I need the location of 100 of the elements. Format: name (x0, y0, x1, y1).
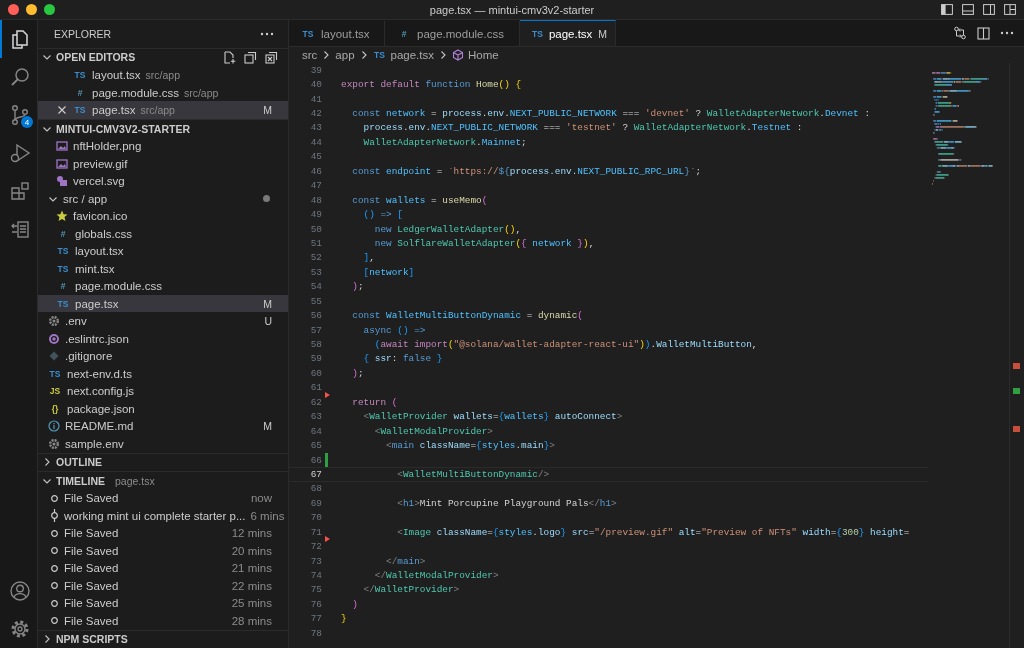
timeline-item[interactable]: File Saved 21 mins (38, 559, 288, 578)
compare-changes-icon[interactable] (953, 26, 967, 40)
timeline-item[interactable]: File Saved now (38, 489, 288, 508)
file-item[interactable]: .eslintrc.json (38, 329, 288, 348)
new-file-icon[interactable] (223, 50, 236, 64)
file-item[interactable]: # globals.css (38, 224, 288, 243)
code-line: const WalletMultiButtonDynamic = dynamic( (351, 310, 583, 322)
sidebar-title: EXPLORER (54, 27, 112, 40)
file-item[interactable]: preview.gif (38, 154, 288, 173)
folder-item[interactable]: src / app (38, 189, 288, 208)
line-number: 41 (309, 93, 322, 105)
git-status-label: M (263, 104, 273, 116)
toggle-panel-icon[interactable] (962, 4, 974, 15)
split-editor-icon[interactable] (977, 26, 990, 40)
file-type-icon: TS (73, 105, 87, 115)
timeline-item[interactable]: File Saved 20 mins (38, 542, 288, 560)
breadcrumb-item[interactable]: src (302, 49, 318, 61)
line-number: 42 (309, 108, 322, 120)
file-item[interactable]: # page.module.css (38, 277, 288, 295)
file-type-icon: TS (56, 263, 70, 274)
code-line: return ( (351, 396, 398, 408)
timeline-item[interactable]: File Saved 22 mins (38, 577, 288, 595)
file-type-icon: {} (48, 403, 62, 414)
toggle-sidebar-icon[interactable] (941, 4, 953, 15)
open-editor-item[interactable]: TS page.tsx src/app M (38, 101, 288, 119)
line-number: 73 (309, 555, 322, 567)
open-editor-item[interactable]: # page.module.css src/app (38, 83, 288, 102)
code-line: ) (351, 598, 358, 610)
image-file-icon (56, 140, 68, 153)
image-file-icon (56, 157, 68, 170)
code-line: new LedgerWalletAdapter(), (373, 223, 522, 235)
section-title: OPEN EDITORS (56, 51, 136, 64)
line-number: 77 (309, 613, 322, 625)
editor-tab[interactable]: TS layout.tsx (289, 20, 385, 46)
file-item[interactable]: favicon.ico (38, 207, 288, 225)
maximize-window-button[interactable] (44, 4, 55, 15)
file-item[interactable]: .env U (38, 312, 288, 330)
file-item[interactable]: {} package.json (38, 400, 288, 418)
line-number: 40 (309, 79, 322, 91)
file-item[interactable]: .gitignore (38, 347, 288, 365)
line-number: 78 (309, 627, 322, 639)
run-debug-icon (8, 142, 31, 164)
file-type-icon: TS (56, 246, 70, 257)
toggle-secondary-sidebar-icon[interactable] (983, 4, 995, 15)
line-number: 58 (309, 339, 322, 351)
line-number: 49 (309, 209, 322, 221)
code-line: <WalletProvider wallets={wallets} autoConnect> (362, 411, 623, 423)
activity-bar-item[interactable]: 4 (0, 96, 37, 134)
file-item[interactable]: README.md M (38, 417, 288, 436)
open-editor-item[interactable]: TS layout.tsx src/app (38, 66, 288, 84)
section-header[interactable]: NPM SCRIPTS (38, 629, 288, 648)
line-number: 60 (309, 367, 322, 379)
breadcrumb-item[interactable]: Home (452, 49, 499, 61)
line-number: 39 (309, 64, 322, 76)
timeline-item[interactable]: File Saved 12 mins (38, 524, 288, 543)
breadcrumb-item[interactable]: app (335, 49, 355, 61)
gear-icon (48, 315, 60, 328)
more-actions-icon[interactable] (1000, 31, 1014, 35)
file-item[interactable]: nftHolder.png (38, 137, 288, 155)
section-header[interactable]: OPEN EDITORS (38, 47, 288, 67)
line-number: 72 (309, 541, 322, 553)
circle-icon (50, 546, 59, 556)
customize-layout-icon[interactable] (1004, 4, 1016, 15)
shapes-file-icon (56, 175, 68, 188)
circle-icon (50, 598, 59, 608)
section-subtitle: page.tsx (115, 474, 155, 487)
more-actions-icon[interactable] (260, 31, 274, 36)
code-line: <h1>Mint Porcupine Playground Pals</h1> (396, 497, 617, 509)
close-window-button[interactable] (8, 4, 19, 15)
file-item[interactable]: vercel.svg (38, 172, 288, 190)
line-number: 63 (309, 411, 322, 423)
code-line: <Image className={styles.logo} src="/preview.gif" alt="Preview of NFTs" width={300} height= (396, 526, 910, 538)
timeline-item[interactable]: File Saved 28 mins (38, 612, 288, 630)
code-line: } (341, 613, 347, 625)
file-type-icon: # (73, 87, 87, 98)
timestamp: 20 mins (231, 544, 273, 557)
file-item[interactable]: sample.env (38, 435, 288, 453)
line-number: 71 (309, 526, 322, 538)
file-item[interactable]: TS mint.tsx (38, 259, 288, 278)
file-item[interactable]: TS next-env.d.ts (38, 365, 288, 383)
code-line: const endpoint = `https://${process.env.NEXT_PUBLIC_RPC_URL}`; (351, 165, 702, 177)
file-item[interactable]: TS page.tsx M (38, 294, 288, 313)
section-header[interactable]: TIMELINE page.tsx (38, 471, 288, 490)
minimize-window-button[interactable] (26, 4, 37, 15)
code-line: ], (362, 252, 375, 264)
editor-tab[interactable]: TS page.tsx M (520, 20, 616, 46)
file-path: src/app (140, 104, 175, 116)
timestamp: 22 mins (231, 579, 273, 592)
breadcrumb-item[interactable]: TS page.tsx (372, 49, 434, 61)
timeline-item[interactable]: working mint ui complete starter p... 6 mins (38, 507, 288, 525)
section-header[interactable]: OUTLINE (38, 452, 288, 472)
code-line: </WalletProvider> (362, 584, 460, 596)
save-all-icon[interactable] (244, 50, 257, 64)
file-item[interactable]: JS next.config.js (38, 382, 288, 401)
close-all-icon[interactable] (265, 50, 278, 64)
line-number: 68 (309, 483, 322, 495)
section-header[interactable]: MINTUI-CMV3V2-STARTER (38, 118, 288, 138)
close-icon[interactable] (57, 105, 67, 115)
timeline-item[interactable]: File Saved 25 mins (38, 594, 288, 613)
file-item[interactable]: TS layout.tsx (38, 242, 288, 260)
